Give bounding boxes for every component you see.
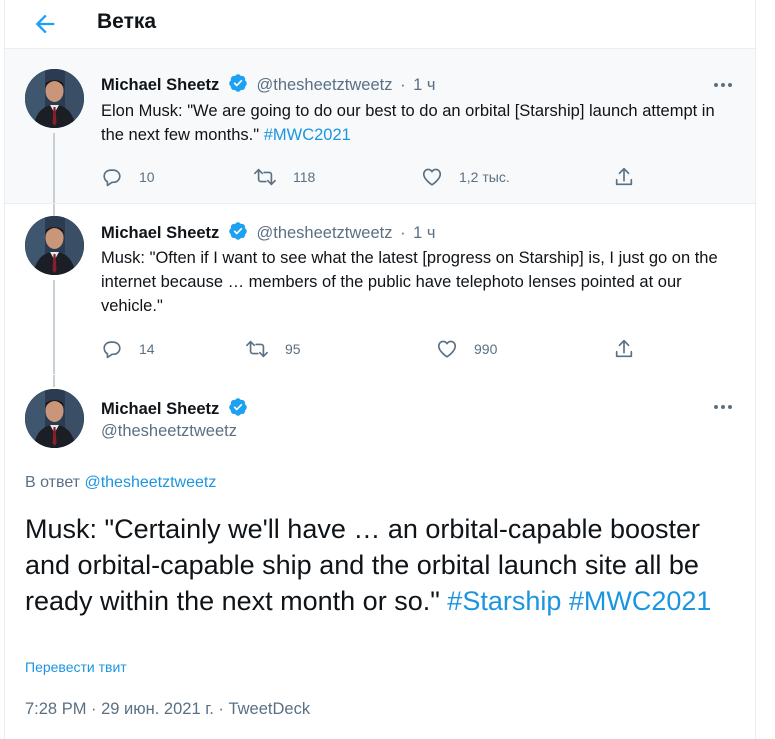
more-options-icon[interactable] [711,397,735,417]
like-count: 990 [474,341,498,357]
user-handle[interactable]: @thesheetztweetz [101,422,237,441]
like-button[interactable]: 1,2 тыс. [421,165,510,189]
avatar[interactable] [25,389,84,448]
tweet-text: Elon Musk: "We are going to do our best … [101,99,731,147]
reply-count: 10 [139,169,155,185]
separator-dot: · [400,76,406,94]
hashtag-link[interactable]: #MWC2021 [569,586,712,616]
verified-badge-icon [229,74,247,92]
reply-icon [103,169,121,187]
tweet-text: Musk: "Often if I want to see what the l… [101,249,718,315]
retweet-icon [246,340,268,358]
heart-icon [422,168,442,186]
main-tweet-text: Musk: "Certainly we'll have … an orbital… [25,511,740,619]
reply-prefix: В ответ [25,474,81,491]
retweet-icon [254,168,276,186]
retweet-count: 118 [293,169,316,185]
header: Ветка [5,0,755,49]
user-name[interactable]: Michael Sheetz [101,76,219,94]
reply-icon [103,341,121,359]
share-button[interactable] [613,337,635,361]
verified-badge-icon [229,398,247,416]
arrow-left-icon [35,14,55,34]
more-options-icon[interactable] [711,75,735,95]
retweet-button[interactable]: 118 [253,165,315,189]
tweet[interactable]: Michael Sheetz @thesheetztweetz · 1 ч El… [5,49,755,204]
tweet-meta: 7:28 PM · 29 июн. 2021 г. · TweetDeck [25,700,311,718]
thread-line [53,280,55,374]
tweet-time[interactable]: 1 ч [413,224,435,242]
main-user-name-row: Michael Sheetz [101,397,248,419]
user-handle[interactable]: @thesheetztweetz [256,224,392,242]
thread-line [53,204,55,216]
tweet-body: Elon Musk: "We are going to do our best … [101,102,715,144]
retweet-count: 95 [285,341,301,357]
like-button[interactable]: 990 [436,337,497,361]
heart-icon [437,340,457,358]
back-button[interactable] [31,10,59,38]
user-handle[interactable]: @thesheetztweetz [256,76,392,94]
user-name[interactable]: Michael Sheetz [101,224,219,242]
retweet-button[interactable]: 95 [245,337,301,361]
reply-button[interactable]: 10 [101,165,155,189]
main-tweet: Michael Sheetz @thesheetztweetz В ответ … [5,375,755,739]
thread-line [53,375,55,387]
reply-context: В ответ @thesheetztweetz [25,474,216,492]
avatar[interactable] [25,69,84,128]
page-title: Ветка [97,10,157,33]
translate-link[interactable]: Перевести твит [25,659,127,675]
user-name[interactable]: Michael Sheetz [101,400,219,418]
separator-dot: · [400,224,406,242]
hashtag-link[interactable]: #Starship [447,586,561,616]
thread-line [53,133,55,203]
hashtag-link[interactable]: #MWC2021 [264,126,351,144]
tweet-time[interactable]: 1 ч [413,76,435,94]
reply-to-link[interactable]: @thesheetztweetz [84,474,216,491]
tweet-header: Michael Sheetz @thesheetztweetz · 1 ч [101,221,436,243]
reply-button[interactable]: 14 [101,337,155,361]
like-count: 1,2 тыс. [459,169,510,185]
reply-count: 14 [139,341,155,357]
timeline-column: Ветка Michael Sheetz @thesheetztweetz · … [4,0,756,739]
tweet[interactable]: Michael Sheetz @thesheetztweetz · 1 ч Mu… [5,204,755,374]
tweet-header: Michael Sheetz @thesheetztweetz · 1 ч [101,73,436,95]
tweet-actions: 10 118 1,2 тыс. [101,165,641,189]
avatar[interactable] [25,216,84,275]
share-icon [615,167,633,186]
share-button[interactable] [613,165,635,189]
verified-badge-icon [229,222,247,240]
share-icon [615,339,633,358]
tweet-actions: 14 95 990 [101,337,641,361]
